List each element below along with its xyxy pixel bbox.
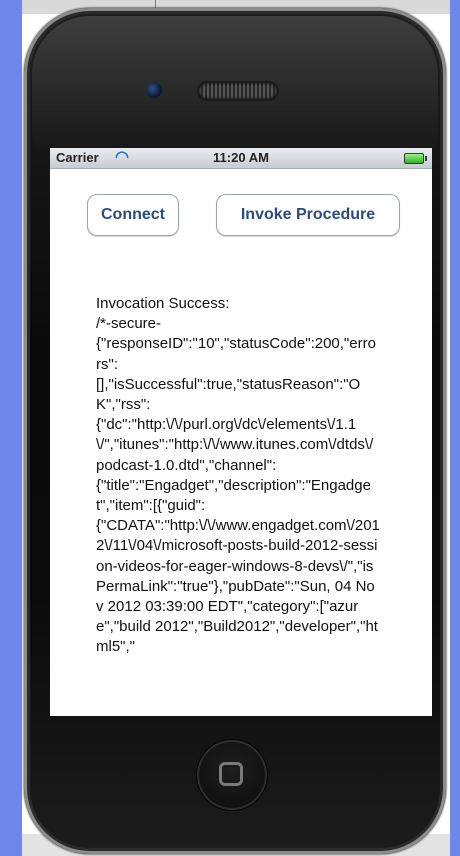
status-bar: Carrier ◠ 11:20 AM xyxy=(50,148,432,169)
invoke-procedure-button[interactable]: Invoke Procedure xyxy=(216,194,400,236)
simulator-frame-right xyxy=(450,0,460,856)
device-screen: Carrier ◠ 11:20 AM Connect Invoke Proced… xyxy=(50,148,432,716)
home-button-icon xyxy=(219,762,243,786)
simulator-frame-left xyxy=(0,0,22,856)
home-button[interactable] xyxy=(197,740,267,810)
status-time: 11:20 AM xyxy=(213,150,269,165)
battery-icon xyxy=(404,153,427,164)
camera-icon xyxy=(146,82,162,98)
invocation-output-text: Invocation Success: /*-secure- {"respons… xyxy=(96,295,380,656)
speaker-grille-icon xyxy=(199,83,277,99)
connect-button[interactable]: Connect xyxy=(87,194,179,236)
